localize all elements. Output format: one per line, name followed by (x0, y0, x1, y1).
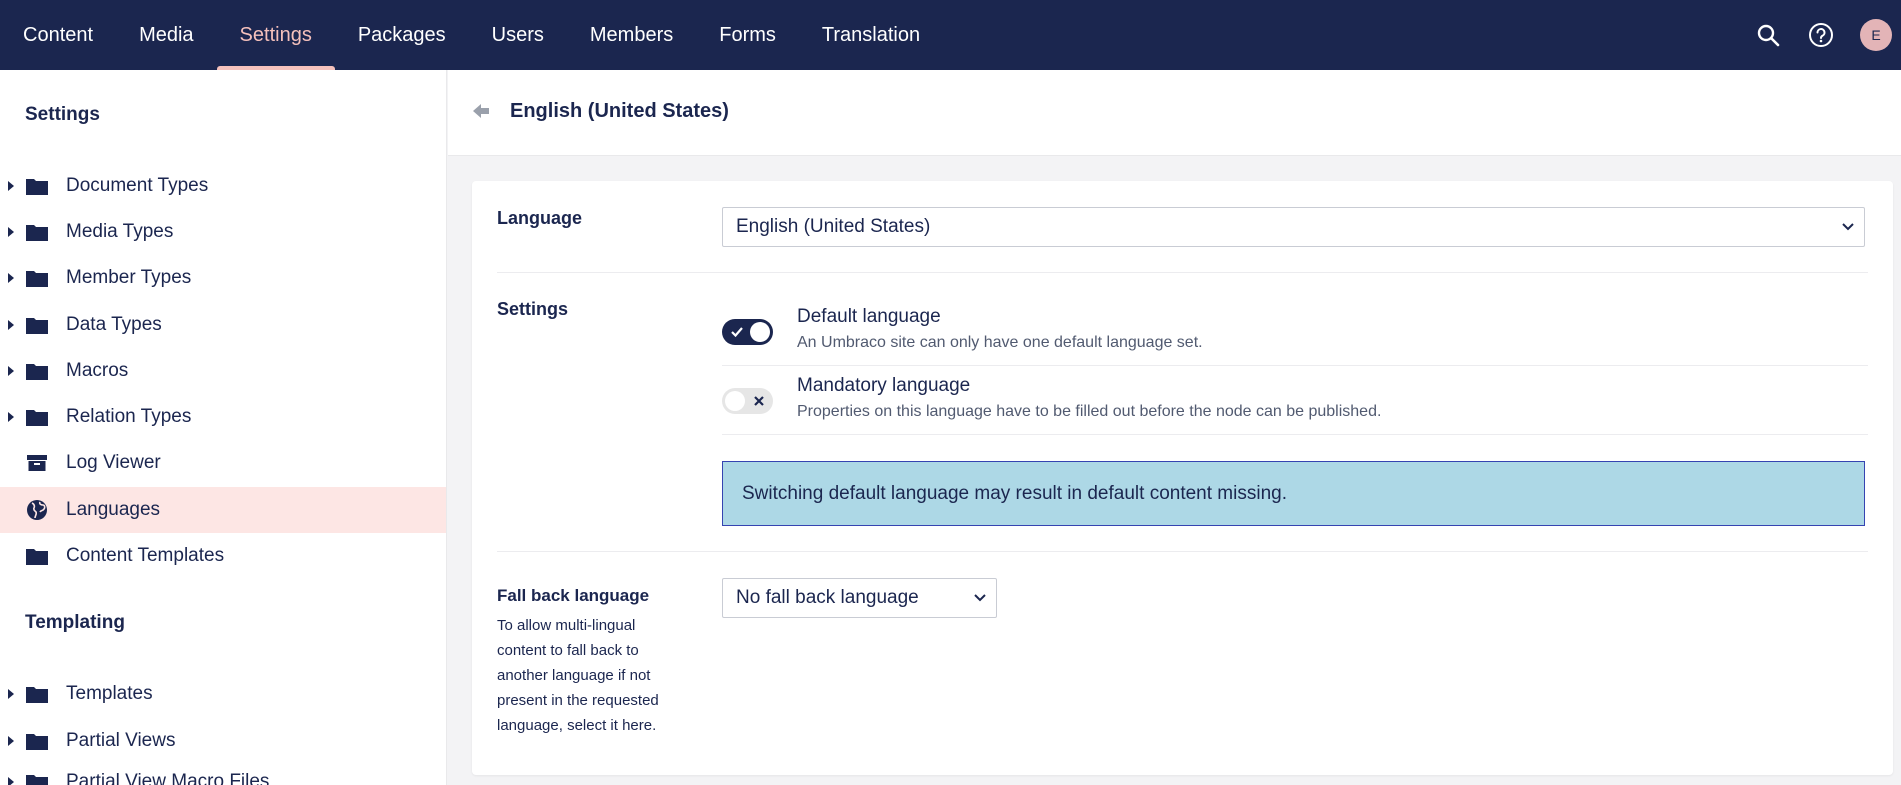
sidebar-item-label: Media Types (66, 221, 174, 242)
sidebar-item-media-types[interactable]: Media Types (0, 209, 446, 255)
divider (497, 551, 1868, 552)
sidebar-item-label: Partial Views (66, 730, 176, 751)
folder-icon (26, 222, 48, 242)
folder-icon (26, 772, 48, 785)
folder-icon (26, 361, 48, 381)
folder-icon (26, 731, 48, 751)
mandatory-language-toggle[interactable] (722, 388, 773, 414)
default-language-description: An Umbraco site can only have one defaul… (797, 334, 1203, 351)
globe-icon (26, 500, 48, 520)
expand-caret-icon[interactable] (8, 273, 14, 283)
expand-caret-icon[interactable] (8, 366, 14, 376)
divider (722, 434, 1868, 435)
sidebar-item-label: Member Types (66, 267, 192, 288)
fallback-language-select[interactable]: No fall back language (722, 578, 997, 618)
expand-caret-icon[interactable] (8, 412, 14, 422)
sidebar-item-partial-view-macro-files[interactable]: Partial View Macro Files (0, 759, 446, 785)
expand-caret-icon[interactable] (8, 320, 14, 330)
language-label: Language (497, 208, 583, 228)
expand-caret-icon[interactable] (8, 227, 14, 237)
settings-label: Settings (497, 299, 569, 319)
fallback-language-label: Fall back language (497, 586, 650, 605)
tab-packages[interactable]: Packages (335, 0, 469, 70)
check-icon (731, 327, 743, 338)
avatar[interactable]: E (1860, 19, 1892, 51)
folder-icon (26, 315, 48, 335)
expand-caret-icon[interactable] (8, 181, 14, 191)
sidebar-item-log-viewer[interactable]: Log Viewer (0, 440, 446, 486)
default-language-toggle[interactable] (722, 319, 773, 345)
language-select-value: English (United States) (736, 216, 931, 237)
toggle-knob (725, 391, 745, 411)
editor-header: English (United States) (448, 70, 1901, 156)
sidebar-item-label: Languages (66, 499, 161, 520)
expand-caret-icon[interactable] (8, 777, 14, 785)
folder-icon (26, 268, 48, 288)
tab-translation[interactable]: Translation (799, 0, 943, 70)
sidebar-item-content-templates[interactable]: Content Templates (0, 533, 446, 579)
sidebar-item-macros[interactable]: Macros (0, 348, 446, 394)
help-icon[interactable] (1807, 21, 1835, 49)
tab-media[interactable]: Media (116, 0, 216, 70)
page-title: English (United States) (510, 100, 729, 122)
language-settings-card: Language English (United States) Setting… (472, 181, 1893, 775)
sidebar-item-document-types[interactable]: Document Types (0, 163, 446, 209)
close-icon (754, 396, 764, 406)
sidebar-item-label: Log Viewer (66, 452, 161, 473)
divider (497, 272, 1868, 273)
folder-icon (26, 407, 48, 427)
sidebar-item-label: Macros (66, 360, 129, 381)
sidebar-item-label: Document Types (66, 175, 209, 196)
tab-forms[interactable]: Forms (696, 0, 799, 70)
chevron-down-icon (974, 594, 986, 602)
language-select[interactable]: English (United States) (722, 207, 1865, 247)
divider (722, 365, 1868, 366)
tab-content[interactable]: Content (0, 0, 116, 70)
tab-settings[interactable]: Settings (216, 0, 336, 70)
sidebar-section-title-settings: Settings (25, 104, 100, 125)
sidebar-item-label: Content Templates (66, 545, 225, 566)
folder-icon (26, 546, 48, 566)
box-icon (26, 453, 48, 473)
sidebar-item-data-types[interactable]: Data Types (0, 302, 446, 348)
folder-icon (26, 176, 48, 196)
chevron-down-icon (1842, 223, 1854, 231)
tab-members[interactable]: Members (567, 0, 696, 70)
back-arrow-icon[interactable] (470, 100, 492, 122)
sidebar-item-label: Partial View Macro Files (66, 771, 270, 785)
tab-users[interactable]: Users (469, 0, 567, 70)
sidebar-item-templates[interactable]: Templates (0, 671, 446, 717)
header-tools: E (1754, 0, 1901, 70)
expand-caret-icon[interactable] (8, 689, 14, 699)
sidebar-item-label: Relation Types (66, 406, 192, 427)
mandatory-language-title: Mandatory language (797, 375, 971, 396)
sidebar-item-label: Templates (66, 683, 153, 704)
sidebar-item-languages[interactable]: Languages (0, 487, 446, 533)
fallback-language-description: To allow multi-lingual content to fall b… (497, 617, 659, 734)
default-language-title: Default language (797, 306, 941, 327)
sidebar-section-title-templating: Templating (25, 612, 125, 633)
fallback-select-value: No fall back language (736, 587, 919, 608)
mandatory-language-description: Properties on this language have to be f… (797, 403, 1382, 420)
sidebar: Settings Document Types Media Types Memb… (0, 70, 447, 785)
sidebar-item-relation-types[interactable]: Relation Types (0, 394, 446, 440)
section-tabs: Content Media Settings Packages Users Me… (0, 0, 943, 70)
info-alert: Switching default language may result in… (722, 461, 1865, 526)
toggle-knob (750, 322, 770, 342)
sidebar-item-member-types[interactable]: Member Types (0, 255, 446, 301)
top-navigation-bar: Content Media Settings Packages Users Me… (0, 0, 1901, 70)
folder-icon (26, 684, 48, 704)
alert-text: Switching default language may result in… (742, 482, 1287, 504)
expand-caret-icon[interactable] (8, 736, 14, 746)
sidebar-item-label: Data Types (66, 314, 162, 335)
search-icon[interactable] (1754, 21, 1782, 49)
sidebar-item-partial-views[interactable]: Partial Views (0, 718, 446, 764)
